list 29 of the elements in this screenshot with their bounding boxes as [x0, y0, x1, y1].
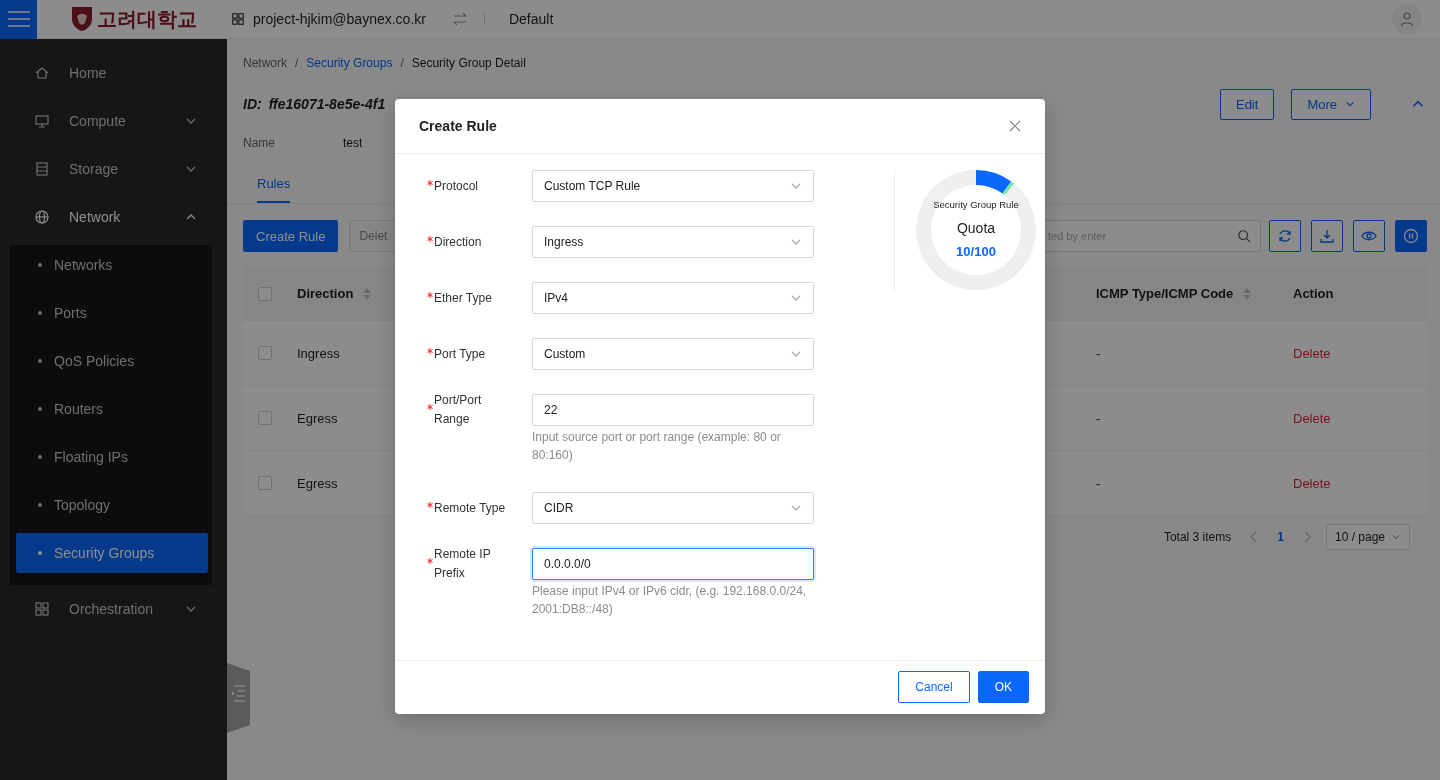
id-value: ffe16071-8e5e-4f1 — [268, 96, 386, 112]
quota-title: Security Group Rule — [932, 199, 1020, 210]
breadcrumb-item: Security Group Detail — [411, 56, 526, 70]
logo-text: 고려대학교 — [97, 5, 197, 33]
field-label: Ether Type — [434, 289, 493, 307]
field-value: test — [343, 136, 363, 150]
table-cell: Egress — [297, 475, 338, 491]
field-label: Direction — [434, 233, 483, 251]
table-cell: Egress — [297, 410, 338, 426]
quota-label: Quota — [955, 220, 997, 236]
breadcrumb-separator: / — [400, 56, 404, 70]
field-label: Port Type — [434, 345, 487, 363]
table-cell: Ingress — [297, 345, 340, 361]
quota-value: 10/100 — [955, 244, 997, 259]
field-label: Remote Type — [434, 499, 507, 517]
breadcrumb-separator: / — [295, 56, 299, 70]
table-cell: - — [1096, 410, 1101, 426]
table-cell: - — [1096, 345, 1101, 361]
field-label: Name — [243, 136, 276, 150]
help-text: Please input IPv4 or IPv6 cidr, (e.g. 192.168.0.0/24, 2001:DB8::/48) — [532, 583, 808, 618]
column-header: Action — [1293, 286, 1334, 301]
field-label: Port/Port Range — [434, 392, 483, 428]
dialog-title: Create Rule — [419, 118, 498, 134]
field-label: Remote IP Prefix — [434, 546, 492, 582]
table-cell: - — [1096, 475, 1101, 491]
id-label: ID: — [243, 96, 262, 112]
help-text: Input source port or port range (example: 80 or 80:160) — [532, 429, 782, 464]
field-label: Protocol — [434, 177, 480, 195]
total-count: Total 3 items — [1163, 530, 1232, 544]
